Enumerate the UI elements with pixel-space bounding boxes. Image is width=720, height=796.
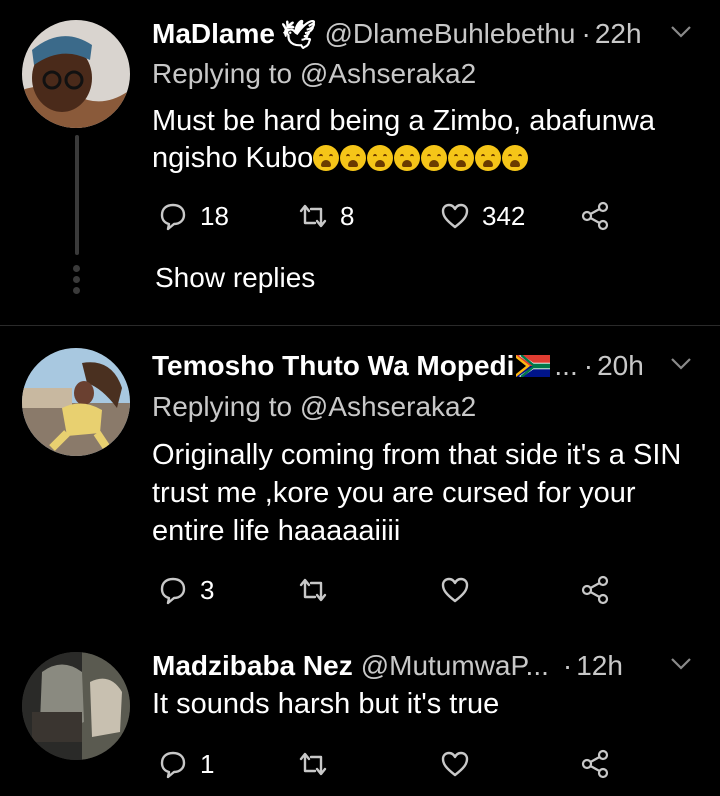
tweet-text: Originally coming from that side it's a … <box>152 439 682 547</box>
like-button[interactable] <box>440 570 470 610</box>
replying-to: Replying to @Ashseraka2 <box>152 391 476 423</box>
tweet-text-line-2: ngisho Kubo <box>152 140 696 177</box>
tweet-header: Temosho Thuto Wa Mopedi ... · 20h <box>152 346 700 386</box>
reply-icon <box>160 203 186 231</box>
replying-to: Replying to @Ashseraka2 <box>152 58 476 90</box>
heart-icon <box>441 577 469 603</box>
timestamp[interactable]: 12h <box>576 650 623 682</box>
tweet-header: MaDlame 🕊 @DlameBuhlebethu · 22h <box>152 14 700 54</box>
reply-button[interactable]: 1 <box>158 744 214 784</box>
user-handle[interactable]: @DlameBuhlebethu <box>324 18 575 50</box>
heart-icon <box>441 203 469 229</box>
show-replies-link[interactable]: Show replies <box>155 262 315 294</box>
share-button[interactable] <box>580 570 610 610</box>
tweet-text: It sounds harsh but it's true <box>152 688 500 720</box>
mention-link[interactable]: @Ashseraka2 <box>300 391 476 422</box>
tweet-text: Must be hard being a Zimbo, abafunwa ngi… <box>152 103 696 177</box>
retweet-button[interactable]: 8 <box>298 196 354 236</box>
retweet-icon <box>299 578 327 602</box>
south-africa-flag-icon <box>516 355 551 377</box>
action-bar: 3 <box>152 570 632 610</box>
timestamp[interactable]: 20h <box>597 350 644 382</box>
tweet-2[interactable]: Temosho Thuto Wa Mopedi ... · 20h Replyi… <box>0 326 720 636</box>
separator: · <box>583 350 594 381</box>
name-emoji: 🕊 <box>280 18 317 50</box>
replying-label: Replying to <box>152 58 293 89</box>
share-icon <box>581 575 609 605</box>
reply-count: 3 <box>200 574 215 605</box>
retweet-count: 8 <box>340 200 355 231</box>
tweet-3[interactable]: Madzibaba Nez @MutumwaP... · 12h It soun… <box>0 636 720 796</box>
share-button[interactable] <box>580 196 610 236</box>
tweet-header: Madzibaba Nez @MutumwaP... · 12h <box>152 646 700 686</box>
retweet-button[interactable] <box>298 570 328 610</box>
retweet-icon <box>299 204 327 228</box>
weary-face-emoji <box>313 142 529 174</box>
avatar[interactable] <box>22 20 130 128</box>
heart-icon <box>441 751 469 777</box>
replying-label: Replying to <box>152 391 293 422</box>
timestamp[interactable]: 22h <box>595 18 642 50</box>
avatar[interactable] <box>22 652 130 760</box>
user-handle[interactable]: @MutumwaP... <box>361 650 549 682</box>
share-button[interactable] <box>580 744 610 784</box>
action-bar: 18 8 342 <box>152 196 632 236</box>
user-handle[interactable]: ... <box>554 350 577 382</box>
like-button[interactable]: 342 <box>440 196 525 236</box>
share-icon <box>581 201 609 231</box>
chevron-down-icon[interactable] <box>670 656 692 672</box>
share-icon <box>581 749 609 779</box>
reply-count: 1 <box>200 748 215 779</box>
chevron-down-icon[interactable] <box>670 356 692 372</box>
display-name[interactable]: Madzibaba Nez <box>152 650 353 682</box>
retweet-button[interactable] <box>298 744 328 784</box>
tweet-text-line: Must be hard being a Zimbo, abafunwa <box>152 105 655 137</box>
reply-count: 18 <box>200 200 229 231</box>
separator: · <box>581 18 591 49</box>
mention-link[interactable]: @Ashseraka2 <box>300 58 476 89</box>
reply-icon <box>160 577 186 605</box>
chevron-down-icon[interactable] <box>670 24 692 40</box>
retweet-icon <box>299 752 327 776</box>
reply-icon <box>160 751 186 779</box>
reply-button[interactable]: 3 <box>158 570 214 610</box>
display-name[interactable]: Temosho Thuto Wa Mopedi <box>152 350 514 382</box>
separator: · <box>562 650 573 681</box>
thread-line <box>75 135 79 255</box>
tweet-1[interactable]: MaDlame 🕊 @DlameBuhlebethu · 22h Replyin… <box>0 0 720 325</box>
display-name[interactable]: MaDlame <box>152 18 275 50</box>
more-replies-dots <box>73 265 81 298</box>
reply-button[interactable]: 18 <box>158 196 229 236</box>
like-count: 342 <box>482 200 526 231</box>
action-bar: 1 <box>152 744 632 784</box>
avatar[interactable] <box>22 348 130 456</box>
like-button[interactable] <box>440 744 470 784</box>
